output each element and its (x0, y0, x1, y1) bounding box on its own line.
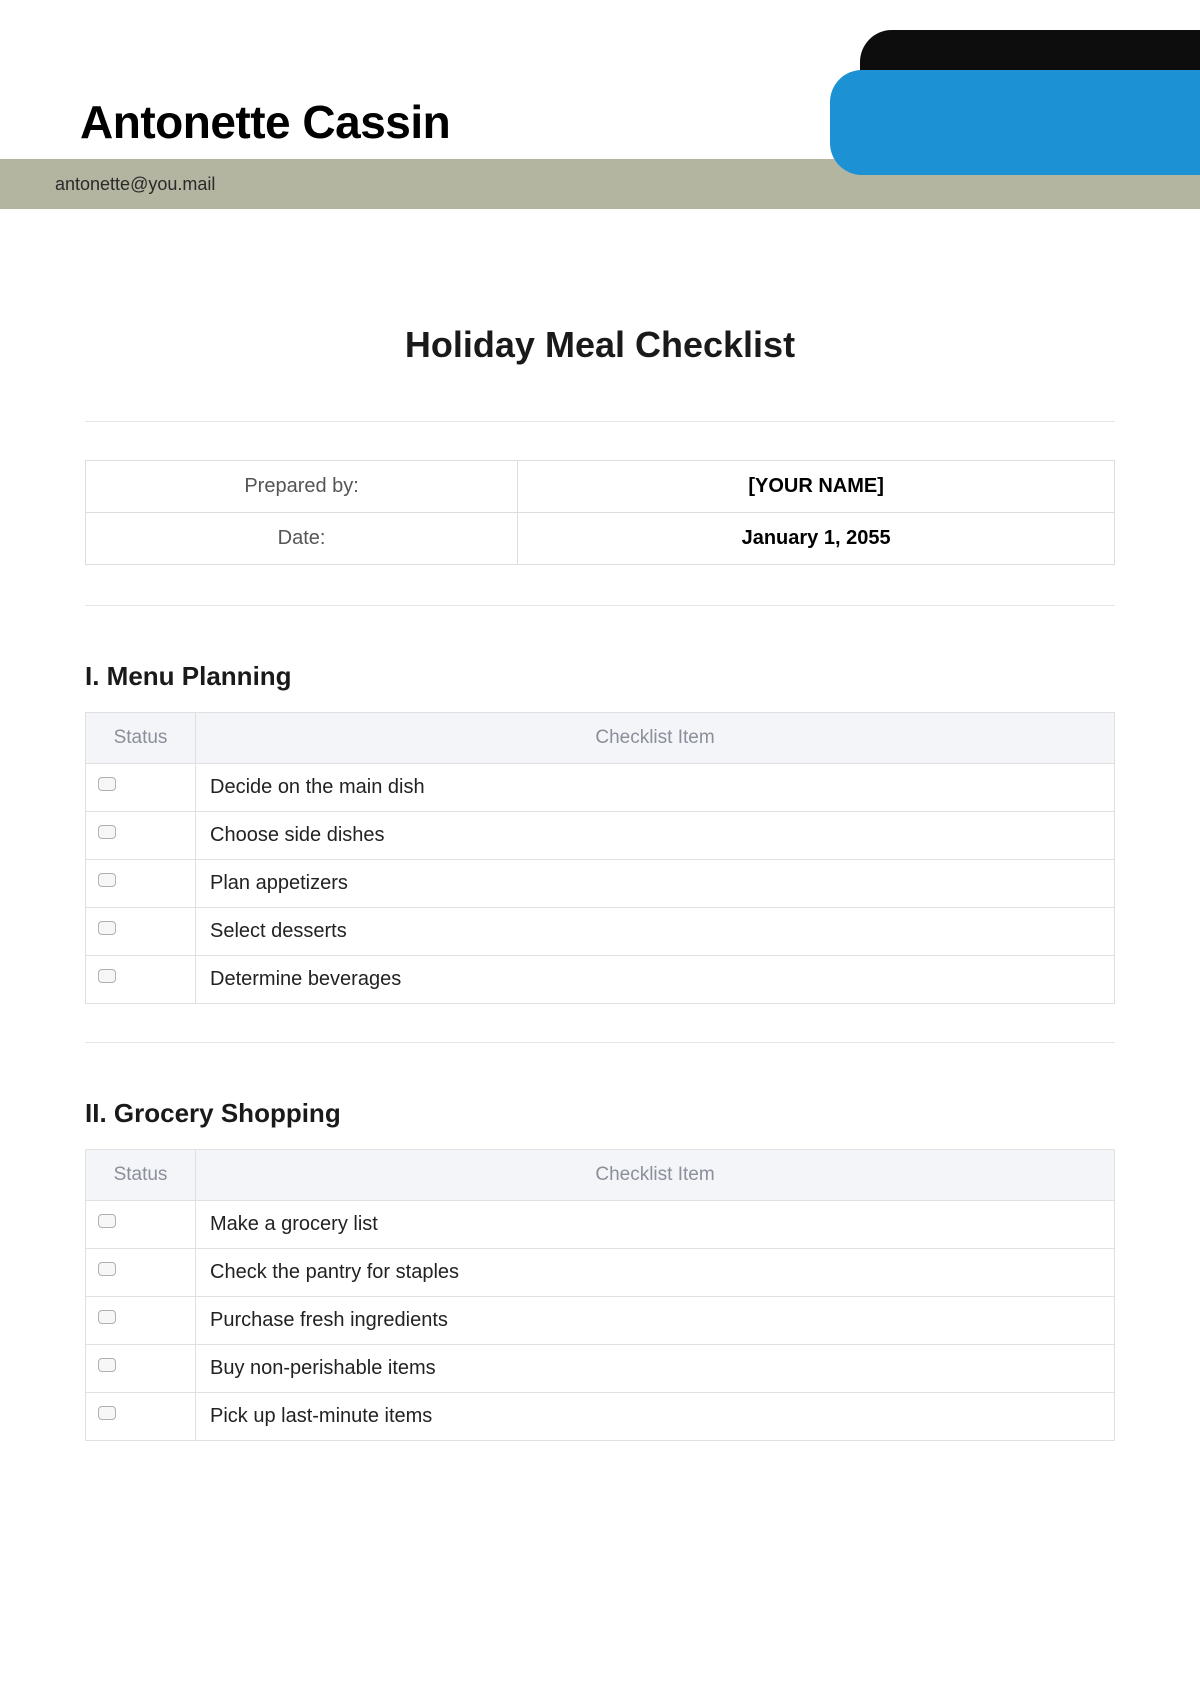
checkbox-icon[interactable] (98, 873, 116, 887)
checklist-item-text: Choose side dishes (196, 812, 1115, 860)
checklist-row: Pick up last-minute items (86, 1393, 1115, 1441)
column-header-status: Status (86, 1150, 196, 1201)
document-content: Holiday Meal Checklist Prepared by: [YOU… (0, 324, 1200, 1441)
checklist-item-text: Check the pantry for staples (196, 1249, 1115, 1297)
checkbox-icon[interactable] (98, 1214, 116, 1228)
blue-corner-shape (830, 70, 1200, 175)
meta-table: Prepared by: [YOUR NAME] Date: January 1… (85, 460, 1115, 565)
section-heading: II. Grocery Shopping (85, 1098, 1115, 1129)
checklist-item-text: Decide on the main dish (196, 764, 1115, 812)
author-email: antonette@you.mail (55, 174, 215, 195)
checkbox-icon[interactable] (98, 777, 116, 791)
checkbox-icon[interactable] (98, 1310, 116, 1324)
checklist-item-text: Purchase fresh ingredients (196, 1297, 1115, 1345)
checklist-row: Select desserts (86, 908, 1115, 956)
checkbox-icon[interactable] (98, 1262, 116, 1276)
column-header-item: Checklist Item (196, 713, 1115, 764)
checklist-row: Make a grocery list (86, 1201, 1115, 1249)
column-header-status: Status (86, 713, 196, 764)
checklist-table-grocery-shopping: Status Checklist Item Make a grocery lis… (85, 1149, 1115, 1441)
checkbox-icon[interactable] (98, 969, 116, 983)
column-header-item: Checklist Item (196, 1150, 1115, 1201)
prepared-by-label: Prepared by: (86, 461, 518, 513)
checklist-row: Buy non-perishable items (86, 1345, 1115, 1393)
divider (85, 1042, 1115, 1043)
checkbox-icon[interactable] (98, 825, 116, 839)
corner-decoration (830, 30, 1200, 175)
document-header: Antonette Cassin antonette@you.mail (0, 0, 1200, 209)
checklist-row: Purchase fresh ingredients (86, 1297, 1115, 1345)
date-label: Date: (86, 513, 518, 565)
divider (85, 605, 1115, 606)
checkbox-icon[interactable] (98, 1406, 116, 1420)
checklist-row: Choose side dishes (86, 812, 1115, 860)
checklist-item-text: Determine beverages (196, 956, 1115, 1004)
document-title: Holiday Meal Checklist (85, 324, 1115, 366)
divider (85, 421, 1115, 422)
checkbox-icon[interactable] (98, 921, 116, 935)
checklist-row: Decide on the main dish (86, 764, 1115, 812)
meta-row-date: Date: January 1, 2055 (86, 513, 1115, 565)
checklist-item-text: Plan appetizers (196, 860, 1115, 908)
checklist-table-menu-planning: Status Checklist Item Decide on the main… (85, 712, 1115, 1004)
checklist-item-text: Buy non-perishable items (196, 1345, 1115, 1393)
checklist-item-text: Make a grocery list (196, 1201, 1115, 1249)
checklist-row: Plan appetizers (86, 860, 1115, 908)
checklist-row: Determine beverages (86, 956, 1115, 1004)
prepared-by-value: [YOUR NAME] (518, 461, 1115, 513)
checklist-item-text: Select desserts (196, 908, 1115, 956)
checkbox-icon[interactable] (98, 1358, 116, 1372)
checklist-row: Check the pantry for staples (86, 1249, 1115, 1297)
checklist-item-text: Pick up last-minute items (196, 1393, 1115, 1441)
meta-row-prepared-by: Prepared by: [YOUR NAME] (86, 461, 1115, 513)
section-heading: I. Menu Planning (85, 661, 1115, 692)
date-value: January 1, 2055 (518, 513, 1115, 565)
